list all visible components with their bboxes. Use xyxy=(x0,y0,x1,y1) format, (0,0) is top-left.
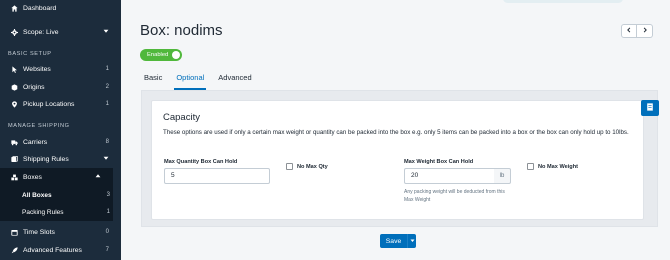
rocket-icon xyxy=(10,246,18,254)
sidebar: Dashboard Scope: Live BASIC SETUP Websit… xyxy=(0,0,121,260)
chevron-left-icon xyxy=(626,27,632,35)
capacity-description: These options are used if only a certain… xyxy=(163,129,629,136)
no-max-weight-label: No Max Weight xyxy=(538,164,578,170)
tab-basic[interactable]: Basic xyxy=(137,68,169,90)
no-max-weight-checkbox[interactable] xyxy=(527,163,534,170)
caret-down-icon xyxy=(103,155,109,163)
toggle-label: Enabled xyxy=(147,52,169,58)
page-title: Box: nodims xyxy=(140,22,223,39)
max-qty-input[interactable]: 5 xyxy=(164,168,270,184)
sidebar-item-label: Carriers xyxy=(23,138,48,146)
caret-up-icon xyxy=(95,173,101,181)
weight-unit-label: lb xyxy=(494,168,511,184)
notes-floating-button[interactable] xyxy=(641,100,659,116)
gear-icon xyxy=(10,28,18,36)
sidebar-item-label: Advanced Features xyxy=(23,246,82,254)
sidebar-item-label: Pickup Locations xyxy=(23,100,75,108)
sidebar-item-shipping-rules[interactable]: Shipping Rules xyxy=(0,152,121,166)
tab-optional[interactable]: Optional xyxy=(169,68,211,90)
sidebar-item-origins[interactable]: Origins 2 xyxy=(0,80,121,94)
sidebar-item-pickup-locations[interactable]: Pickup Locations 1 xyxy=(0,97,121,111)
count-badge: 1 xyxy=(105,101,109,107)
pagination-nav xyxy=(621,24,653,38)
sidebar-item-dashboard[interactable]: Dashboard xyxy=(0,1,121,15)
count-badge: 0 xyxy=(105,229,109,235)
max-weight-help-text: Any packing weight will be deducted from… xyxy=(404,189,505,203)
sidebar-item-time-slots[interactable]: Time Slots 0 xyxy=(0,225,121,239)
count-badge: 2 xyxy=(105,84,109,90)
tab-bar: Basic Optional Advanced xyxy=(137,68,259,90)
count-badge: 7 xyxy=(105,247,109,253)
sidebar-item-label: Boxes xyxy=(23,173,42,181)
no-max-qty-checkbox[interactable] xyxy=(286,163,293,170)
sidebar-item-label: Origins xyxy=(23,83,45,91)
max-qty-label: Max Quantity Box Can Hold xyxy=(164,159,238,165)
document-icon xyxy=(646,103,654,113)
next-button[interactable] xyxy=(637,24,653,38)
cursor-icon xyxy=(10,65,18,73)
sidebar-subitem-all-boxes[interactable]: All Boxes 3 xyxy=(22,188,110,202)
enabled-toggle[interactable]: Enabled xyxy=(140,49,182,61)
tab-advanced[interactable]: Advanced xyxy=(211,68,258,90)
capacity-title: Capacity xyxy=(163,112,200,123)
chevron-right-icon xyxy=(642,27,648,35)
sidebar-item-boxes[interactable]: Boxes xyxy=(0,170,113,184)
previous-button[interactable] xyxy=(621,24,637,38)
map-pin-icon xyxy=(10,100,18,108)
section-heading-basic-setup: BASIC SETUP xyxy=(8,51,52,57)
sidebar-subitem-packing-rules[interactable]: Packing Rules 1 xyxy=(22,205,110,219)
count-badge: 3 xyxy=(106,192,110,198)
sidebar-item-advanced-features[interactable]: Advanced Features 7 xyxy=(0,243,121,257)
scope-label: Scope: Live xyxy=(23,28,59,36)
sidebar-item-label: Packing Rules xyxy=(22,208,64,216)
count-badge: 1 xyxy=(105,66,109,72)
section-heading-manage-shipping: MANAGE SHIPPING xyxy=(8,123,70,129)
sidebar-item-label: All Boxes xyxy=(22,191,52,199)
top-search-pill[interactable] xyxy=(503,0,623,3)
no-max-qty-label: No Max Qty xyxy=(297,164,328,170)
sidebar-item-label: Time Slots xyxy=(23,228,55,236)
sidebar-item-label: Dashboard xyxy=(23,4,57,12)
sidebar-item-carriers[interactable]: Carriers 8 xyxy=(0,135,121,149)
save-options-dropdown[interactable] xyxy=(407,234,416,248)
sidebar-item-websites[interactable]: Websites 1 xyxy=(0,62,121,76)
home-icon xyxy=(10,4,18,12)
count-badge: 1 xyxy=(106,209,110,215)
caret-down-icon xyxy=(410,238,415,245)
calendar-icon xyxy=(10,228,18,236)
max-weight-input[interactable]: 20 xyxy=(404,168,495,184)
save-button[interactable]: Save xyxy=(380,234,416,248)
save-button-label: Save xyxy=(385,237,402,245)
count-badge: 8 xyxy=(105,139,109,145)
caret-down-icon xyxy=(103,28,109,36)
scope-selector[interactable]: Scope: Live xyxy=(0,25,121,39)
sidebar-item-label: Websites xyxy=(23,65,51,73)
max-weight-label: Max Weight Box Can Hold xyxy=(404,159,474,165)
toggle-knob xyxy=(172,51,180,59)
rules-icon xyxy=(10,155,18,163)
sidebar-item-label: Shipping Rules xyxy=(23,155,69,163)
origins-icon xyxy=(10,83,18,91)
boxes-icon xyxy=(10,173,18,181)
truck-icon xyxy=(10,138,18,146)
